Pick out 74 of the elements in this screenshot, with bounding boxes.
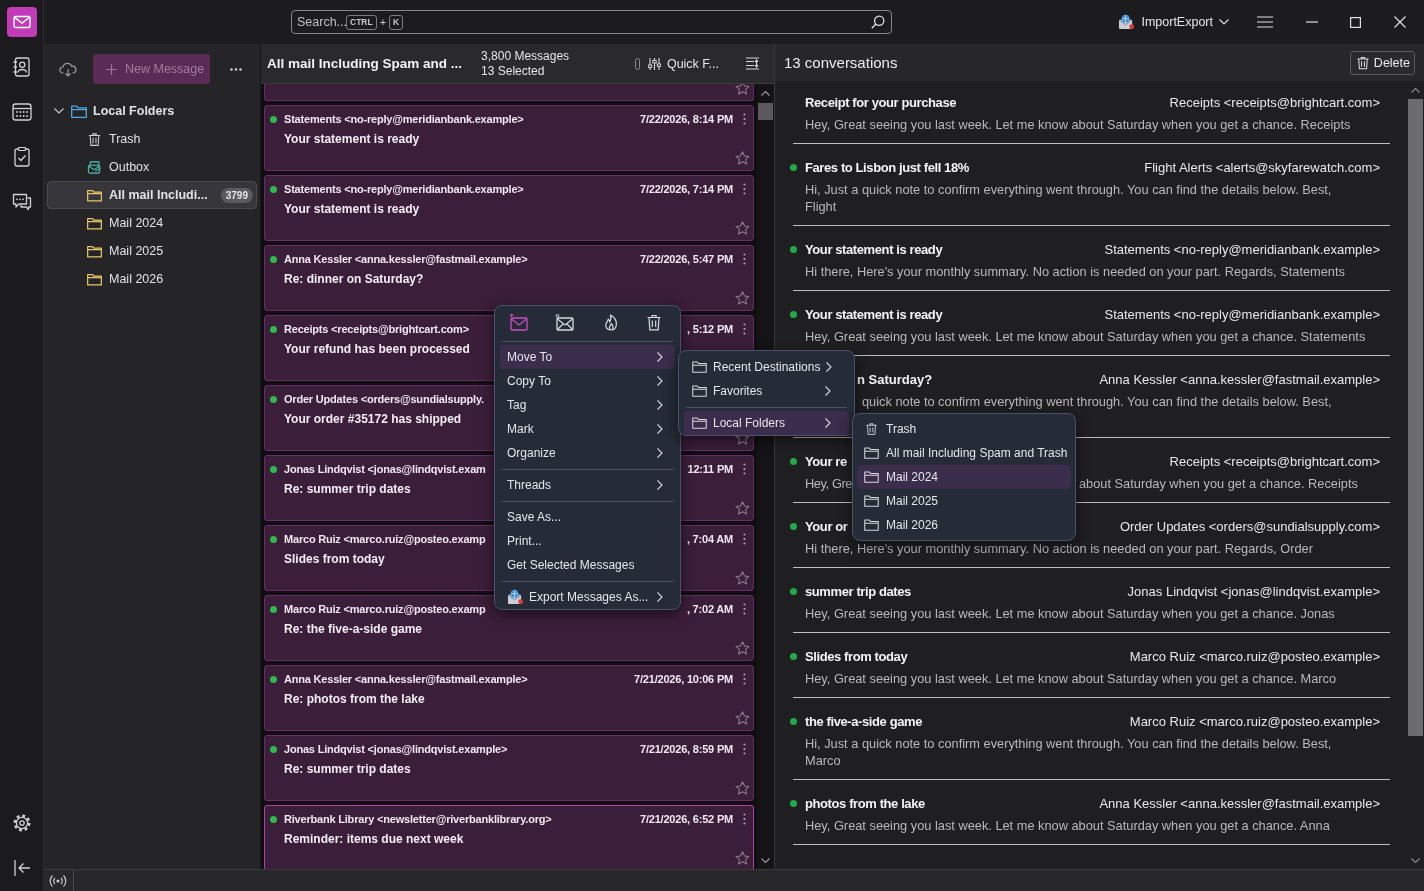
message-sender: Order Updates <orders@sundialsupply.	[284, 393, 484, 405]
shortcut-plus: +	[379, 16, 387, 28]
message-subject: Re: dinner on Saturday?	[283, 272, 424, 286]
message-sender: Jonas Lindqvist <jonas@lindqvist.exam	[284, 463, 486, 475]
conversation-preview: Hey, Great seeing you last week. Let me know about Saturday when you get a chance. Anna	[805, 817, 1331, 834]
conversation-preview: Hi, Just a quick note to confirm everything went through. You can find the details below. Best, Flight	[805, 181, 1333, 215]
message-date: , 7:04 AM	[686, 533, 733, 545]
conversation-subject: summer trip dates	[805, 583, 911, 599]
conversation-preview: Hey, Great seeing you last week. Let me know about Saturday when you get a chance. Statements	[805, 328, 1367, 345]
message-date: 7/22/2026, 8:14 PM	[639, 113, 733, 125]
conversation-preview: Hi there, Here's your monthly summary. No action is needed on your part. Regards, Order	[805, 540, 1314, 557]
conversation-subject: Slides from today	[805, 648, 908, 664]
conversation-subject: Your statement is ready	[805, 306, 943, 322]
conversation-subject: Your re	[805, 453, 847, 469]
message-date: 12:11 PM	[687, 463, 733, 475]
conversation-subject: the five-a-side game	[805, 713, 922, 729]
message-date: 7/21/2026, 10:06 PM	[634, 673, 733, 685]
conversation-preview: Hey, Great seeing you last week. Let me know about Saturday when you get a chance. Jonas	[805, 605, 1336, 622]
conversation-preview: Hi there, Here's your monthly summary. No action is needed on your part. Regards, Statements	[805, 263, 1346, 280]
conversation-preview: Hey, Great seeing you last week. Let me know about Saturday when you get a chance. Marco	[805, 670, 1338, 687]
message-subject: Your refund has been processed	[283, 342, 470, 356]
message-subject: Your statement is ready	[283, 132, 420, 146]
message-date: 7/22/2026, 7:14 PM	[639, 183, 733, 195]
conversation-subject: Your or	[805, 518, 848, 534]
message-sender: Statements <no-reply@meridianbank.example>	[284, 183, 524, 195]
shortcut-key: CTRL	[346, 14, 377, 30]
conversation-sender: Order Updates <orders@sundialsupply.com>	[1119, 518, 1380, 534]
conversation-preview: Hey, Gre	[805, 475, 853, 492]
conversation-sender: Anna Kessler <anna.kessler@fastmail.example>	[1099, 795, 1380, 811]
conversation-count: 13 conversations	[784, 54, 898, 71]
conversation-sender: Jonas Lindqvist <jonas@lindqvist.example>	[1127, 583, 1380, 599]
message-date: , 7:02 AM	[686, 603, 733, 615]
conversation-sender: Marco Ruiz <marco.ruiz@posteo.example>	[1129, 648, 1380, 664]
conversation-preview: quick note to confirm everything went through. You can find the details below. Best,	[862, 393, 1332, 410]
conversation-sender: Anna Kessler <anna.kessler@fastmail.example>	[1099, 371, 1380, 387]
message-date: 7/21/2026, 6:52 PM	[639, 813, 733, 825]
message-subject: Re: summer trip dates	[283, 482, 411, 496]
message-sender: Jonas Lindqvist <jonas@lindqvist.example>	[284, 743, 508, 755]
message-sender: Statements <no-reply@meridianbank.example>	[284, 113, 524, 125]
conversation-subject: Receipt for your purchase	[805, 94, 957, 110]
message-sender: Receipts <receipts@brightcart.com>	[284, 323, 469, 335]
folder-title: All mail Including Spam and ...	[267, 56, 463, 71]
selection-count: 13 Selected	[481, 63, 546, 79]
conversation-subject: n Saturday?	[857, 371, 933, 387]
unread-count: 3799	[220, 187, 253, 203]
message-date: , 5:12 PM	[687, 323, 733, 335]
message-sender: Marco Ruiz <marco.ruiz@posteo.examp	[284, 533, 486, 545]
conversation-sender: Statements <no-reply@meridianbank.example>	[1104, 241, 1380, 257]
conversation-sender: Receipts <receipts@brightcart.com>	[1169, 94, 1380, 110]
conversation-subject: photos from the lake	[805, 795, 925, 811]
message-date: 7/22/2026, 5:47 PM	[639, 253, 733, 265]
message-date: 7/21/2026, 8:59 PM	[639, 743, 733, 755]
conversation-subject: Fares to Lisbon just fell 18%	[805, 159, 969, 175]
conversation-preview: about Saturday when you get a chance. Receipts	[1079, 475, 1358, 492]
shortcut-key: K	[389, 14, 404, 30]
message-subject: Your statement is ready	[283, 202, 420, 216]
message-sender: Anna Kessler <anna.kessler@fastmail.example>	[284, 253, 528, 265]
conversation-preview: Hi, Just a quick note to confirm everything went through. You can find the details below. Best, Marco	[805, 735, 1333, 769]
conversation-subject: Your statement is ready	[805, 241, 943, 257]
message-subject: Re: the five-a-side game	[283, 622, 423, 636]
message-subject: Re: photos from the lake	[283, 692, 425, 706]
conversation-sender: Statements <no-reply@meridianbank.example>	[1104, 306, 1380, 322]
message-sender: Marco Ruiz <marco.ruiz@posteo.examp	[284, 603, 486, 615]
conversation-sender: Marco Ruiz <marco.ruiz@posteo.example>	[1129, 713, 1380, 729]
message-subject: Reminder: items due next week	[283, 832, 464, 846]
conversation-sender: Receipts <receipts@brightcart.com>	[1169, 453, 1380, 469]
message-subject: Re: summer trip dates	[283, 762, 411, 776]
message-subject: Your order #35172 has shipped	[283, 412, 462, 426]
conversation-preview: Hey, Great seeing you last week. Let me know about Saturday when you get a chance. Receipts	[805, 116, 1352, 133]
conversation-sender: Flight Alerts <alerts@skyfarewatch.com>	[1144, 159, 1380, 175]
message-subject: Slides from today	[283, 552, 385, 566]
message-count: 3,800 Messages	[481, 48, 570, 64]
message-sender: Anna Kessler <anna.kessler@fastmail.example>	[284, 673, 528, 685]
message-sender: Riverbank Library <newsletter@riverbanklibrary.org>	[284, 813, 552, 825]
